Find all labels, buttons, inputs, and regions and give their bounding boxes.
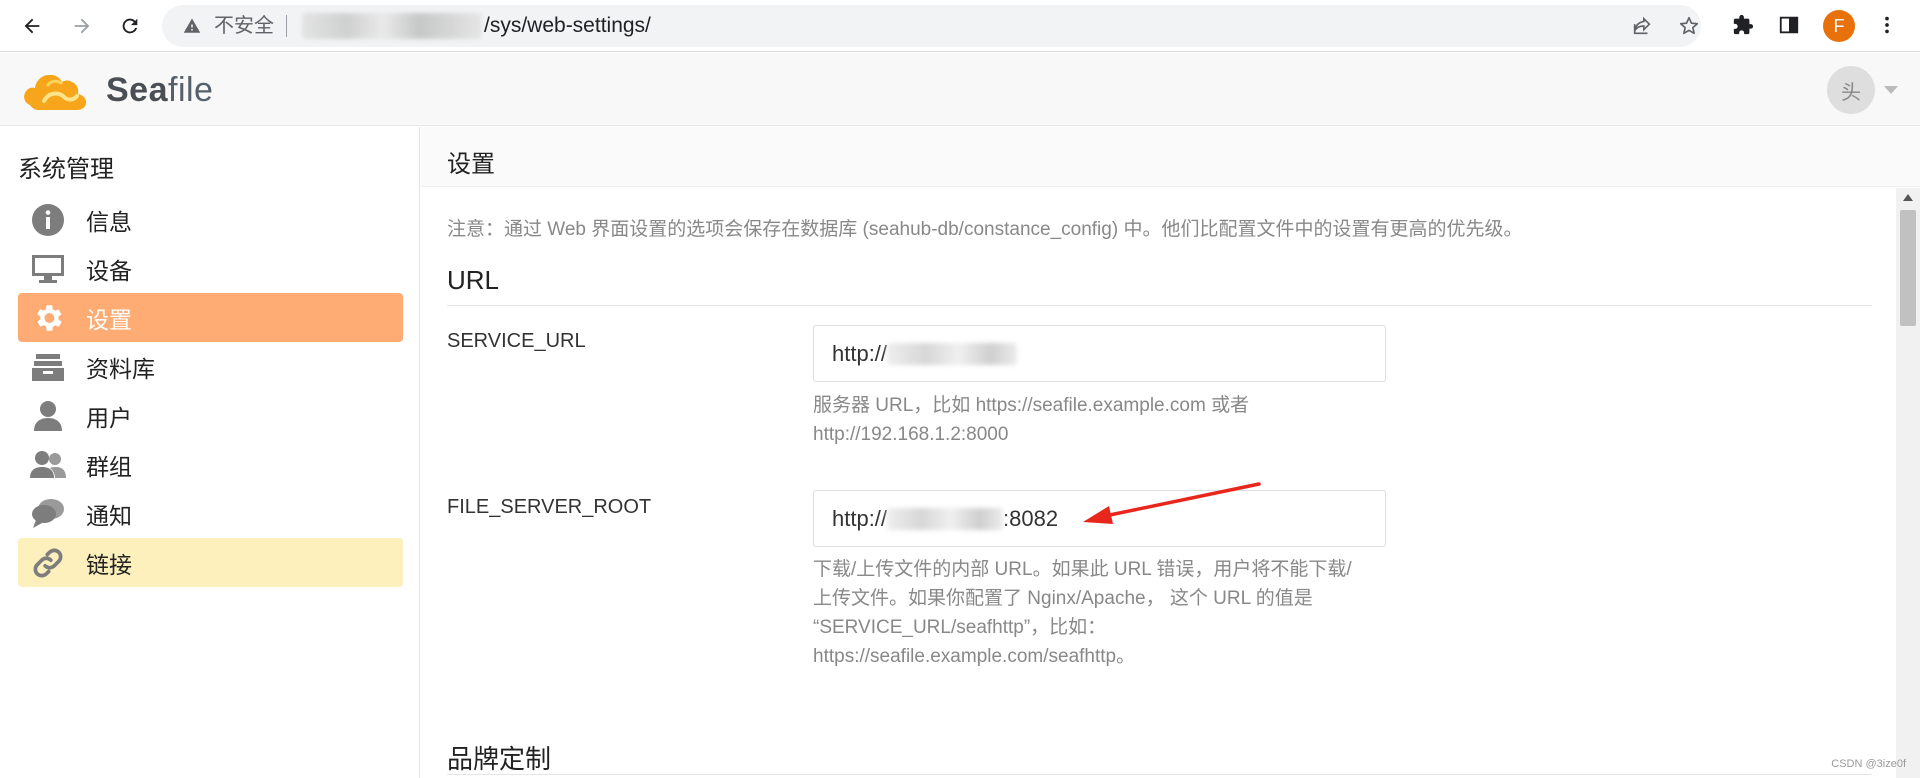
chat-icon [30, 496, 66, 532]
omnibox-divider [286, 15, 287, 37]
sidebar-item-info[interactable]: 信息 [18, 195, 403, 244]
admin-sidebar: 系统管理 信息 设备 设置 资料库 用户 群组 通知 链接 [0, 127, 420, 778]
section-title-branding: 品牌定制 [447, 744, 552, 774]
section-divider [447, 305, 1872, 306]
service-url-value-prefix: http:// [832, 340, 888, 366]
help-line: http://192.168.1.2:8000 [813, 424, 1009, 445]
user-icon [30, 398, 66, 434]
sidebar-item-groups[interactable]: 群组 [18, 440, 403, 489]
redacted-host [887, 342, 1018, 365]
section-divider [447, 774, 1872, 775]
sidebar-item-label: 信息 [86, 208, 132, 235]
sidebar-item-label: 链接 [86, 551, 132, 578]
sidebar-item-links[interactable]: 链接 [18, 538, 403, 587]
sidebar-item-notifications[interactable]: 通知 [18, 489, 403, 538]
user-avatar[interactable]: 头 [1827, 66, 1875, 114]
info-icon [30, 202, 66, 238]
side-panel-icon[interactable] [1776, 12, 1802, 38]
back-arrow-icon [24, 18, 40, 34]
service-url-help: 服务器 URL，比如 https://seafile.example.com 或… [813, 391, 1373, 449]
help-line: “SERVICE_URL/seafhttp”，比如： [813, 617, 1107, 638]
url-path[interactable]: /sys/web-settings/ [484, 15, 651, 37]
extensions-puzzle-icon[interactable] [1730, 12, 1756, 38]
bookmark-star-icon[interactable] [1678, 15, 1702, 39]
reload-button[interactable] [110, 6, 150, 46]
address-bar[interactable]: 不安全 /sys/web-settings/ [162, 5, 1701, 47]
browser-toolbar: 不安全 /sys/web-settings/ F [0, 0, 1920, 52]
scroll-thumb[interactable] [1900, 210, 1916, 326]
file-server-root-value-suffix: :8082 [1003, 505, 1059, 531]
file-server-root-value-prefix: http:// [832, 505, 888, 531]
caret-down-icon[interactable] [1884, 86, 1898, 94]
monitor-icon [30, 251, 66, 287]
section-title-url: URL [447, 265, 500, 295]
main-header: 设置 [421, 127, 1920, 187]
app-header: Seafile 头 [0, 53, 1920, 126]
group-icon [30, 447, 66, 483]
sidebar-item-label: 设备 [86, 257, 132, 284]
help-line: 上传文件。如果你配置了 Nginx/Apache， 这个 URL 的值是 [813, 588, 1313, 609]
sidebar-item-label: 设置 [86, 306, 132, 333]
warning-triangle-icon[interactable] [182, 16, 202, 36]
seafile-cloud-icon [24, 74, 87, 110]
sidebar-item-libraries[interactable]: 资料库 [18, 342, 403, 391]
reload-icon [122, 18, 138, 34]
sidebar-item-label: 群组 [86, 453, 132, 480]
redacted-host [887, 507, 1004, 530]
browser-profile-avatar[interactable]: F [1823, 10, 1855, 42]
vertical-scrollbar[interactable] [1896, 188, 1920, 778]
service-url-input[interactable]: http:// [813, 325, 1386, 382]
file-server-root-label: FILE_SERVER_ROOT [447, 496, 652, 518]
library-icon [30, 349, 66, 385]
service-url-label: SERVICE_URL [447, 330, 586, 352]
sidebar-item-users[interactable]: 用户 [18, 391, 403, 440]
forward-button[interactable] [62, 6, 102, 46]
forward-arrow-icon [74, 18, 90, 34]
gear-icon [30, 300, 66, 336]
help-line: 下载/上传文件的内部 URL。如果此 URL 错误，用户将不能下载/ [813, 559, 1352, 580]
settings-notice: 注意：通过 Web 界面设置的选项会保存在数据库 (seahub-db/cons… [447, 219, 1523, 240]
sidebar-item-settings[interactable]: 设置 [18, 293, 403, 342]
security-status-label[interactable]: 不安全 [214, 16, 274, 36]
help-line: 服务器 URL，比如 https://seafile.example.com 或… [813, 395, 1250, 416]
back-button[interactable] [12, 6, 52, 46]
sidebar-nav: 信息 设备 设置 资料库 用户 群组 通知 链接 [18, 195, 403, 587]
scroll-up-arrow-icon[interactable] [1903, 194, 1913, 201]
seafile-logo[interactable]: Seafile [22, 65, 213, 115]
file-server-root-help: 下载/上传文件的内部 URL。如果此 URL 错误，用户将不能下载/ 上传文件。… [813, 555, 1373, 671]
share-icon[interactable] [1631, 15, 1655, 39]
seafile-logo-text: Seafile [106, 70, 214, 109]
sidebar-item-label: 通知 [86, 502, 132, 529]
sidebar-item-label: 用户 [86, 404, 132, 431]
watermark: CSDN @3ize0f [1831, 758, 1906, 770]
sidebar-item-label: 资料库 [86, 355, 155, 382]
annotation-arrow-icon [1083, 482, 1261, 524]
sidebar-heading: 系统管理 [18, 156, 114, 183]
sidebar-item-devices[interactable]: 设备 [18, 244, 403, 293]
help-line: https://seafile.example.com/seafhttp。 [813, 646, 1136, 667]
browser-menu-icon[interactable] [1874, 12, 1900, 38]
link-icon [30, 545, 66, 581]
main-panel: 设置 注意：通过 Web 界面设置的选项会保存在数据库 (seahub-db/c… [421, 127, 1920, 778]
redacted-host [302, 13, 482, 39]
page-title: 设置 [447, 151, 495, 178]
